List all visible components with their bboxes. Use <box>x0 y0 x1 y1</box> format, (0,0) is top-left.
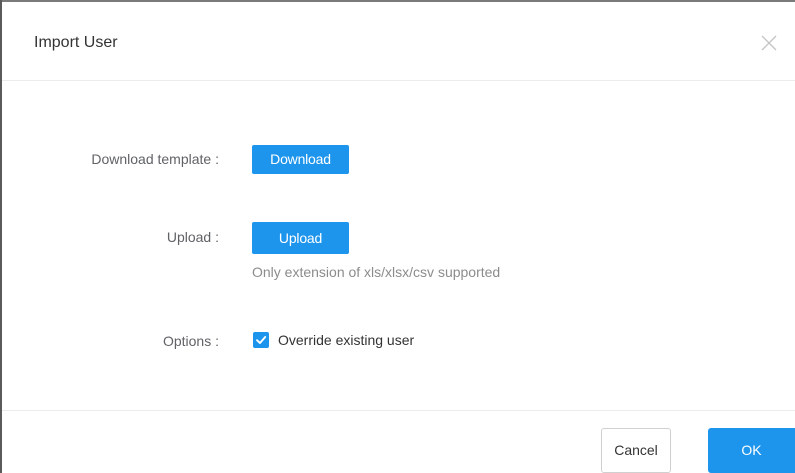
dialog-header: Import User <box>2 2 795 81</box>
download-template-label: Download template : <box>91 151 219 167</box>
close-icon[interactable] <box>758 32 780 54</box>
dialog-title: Import User <box>34 34 118 51</box>
upload-label: Upload : <box>166 229 219 245</box>
cancel-button[interactable]: Cancel <box>601 428 671 473</box>
checkmark-icon <box>256 336 267 344</box>
import-user-dialog: Import User Download template : Download… <box>0 0 795 473</box>
override-existing-label[interactable]: Override existing user <box>278 331 414 349</box>
download-button[interactable]: Download <box>252 145 349 174</box>
footer-divider <box>2 410 795 411</box>
ok-button[interactable]: OK <box>708 428 795 473</box>
override-existing-checkbox[interactable] <box>253 332 269 348</box>
upload-hint: Only extension of xls/xlsx/csv supported <box>252 264 501 280</box>
upload-button[interactable]: Upload <box>252 222 349 254</box>
options-label: Options : <box>162 333 219 349</box>
